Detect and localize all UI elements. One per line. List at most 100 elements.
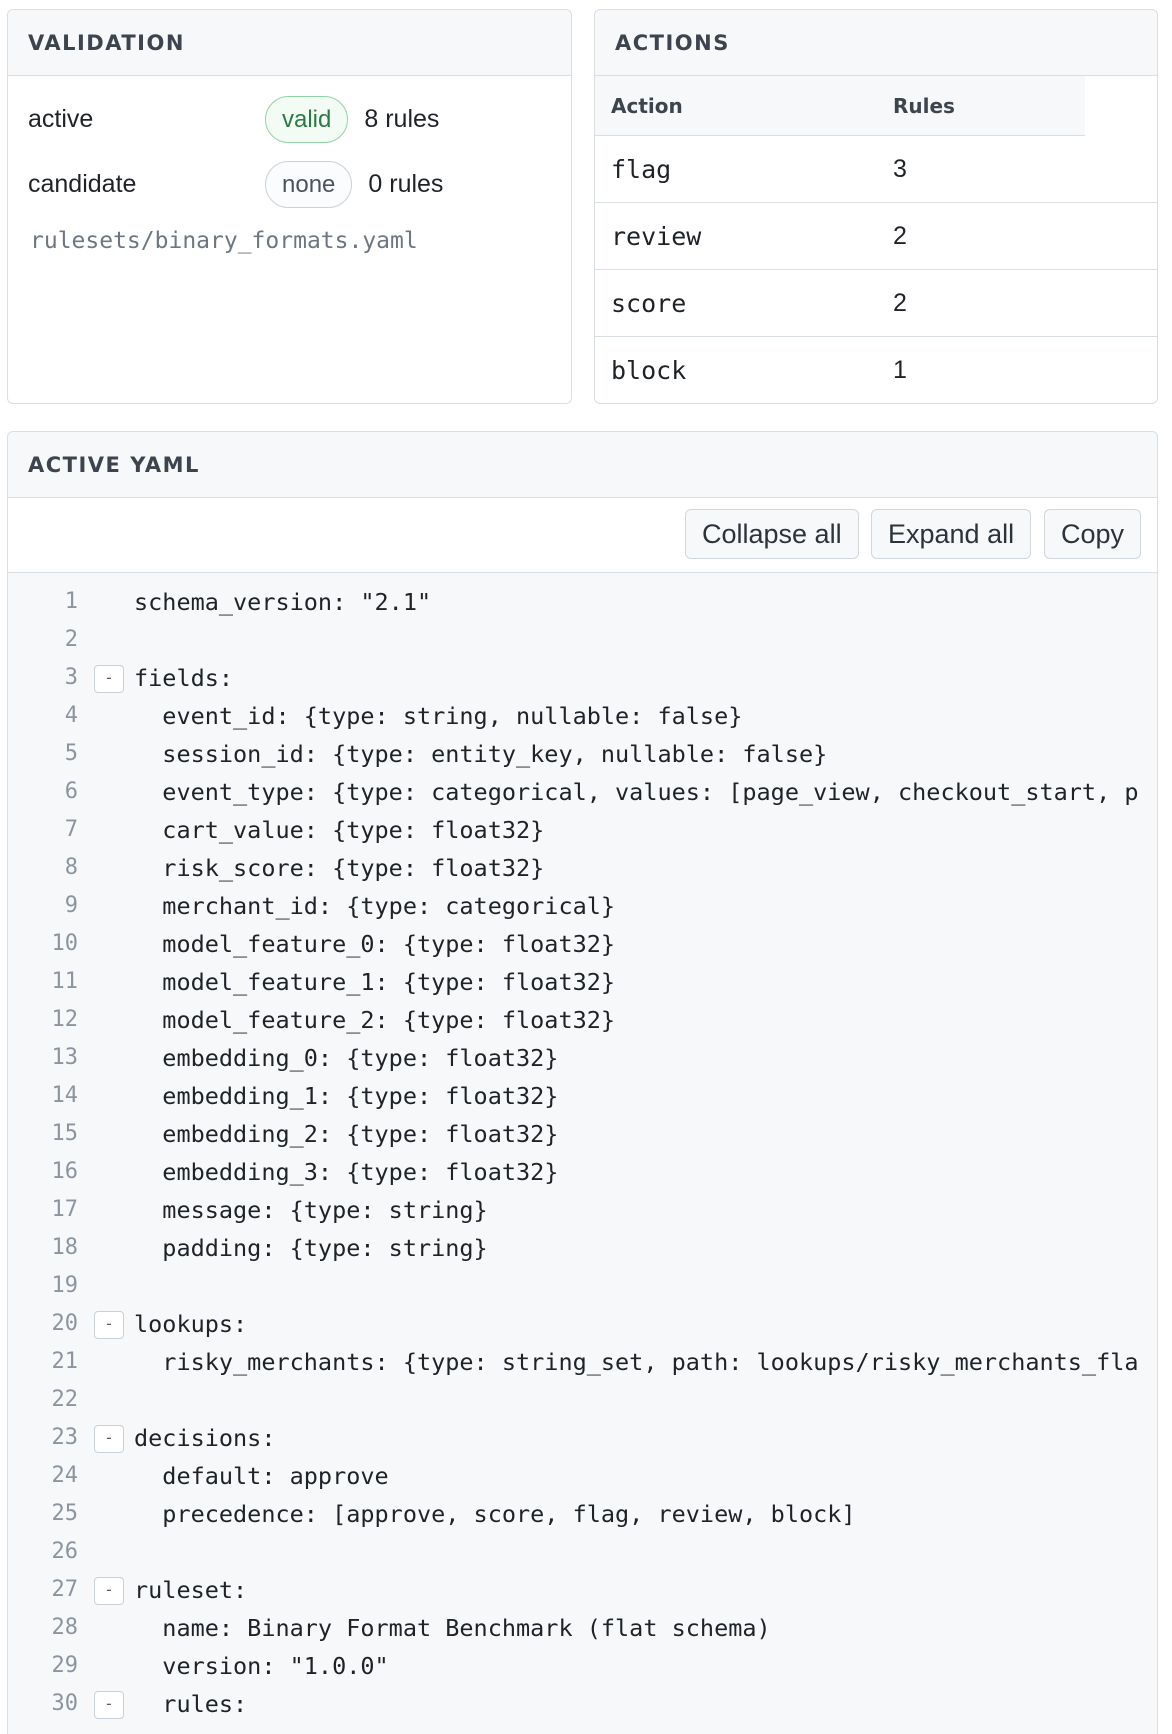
table-row: review 2 — [595, 203, 1157, 270]
line-number: 21 — [51, 1349, 79, 1374]
code-text: embedding_1: {type: float32} — [134, 1082, 559, 1110]
code-text: embedding_3: {type: float32} — [134, 1158, 559, 1186]
code-text: model_feature_2: {type: float32} — [134, 1006, 616, 1034]
line-number: 28 — [51, 1615, 79, 1640]
code-line: 13 embedding_0: {type: float32} — [8, 1039, 1157, 1077]
table-row: block 1 — [595, 337, 1157, 403]
code-text: ruleset: — [134, 1576, 248, 1604]
code-text: schema_version: "2.1" — [134, 588, 432, 616]
code-line: 17 message: {type: string} — [8, 1191, 1157, 1229]
code-text: message: {type: string} — [134, 1196, 488, 1224]
expand-all-button[interactable]: Expand all — [871, 509, 1032, 559]
rule-count: 8 rules — [364, 105, 440, 133]
line-number: 12 — [51, 1007, 79, 1032]
code-line: 1 schema_version: "2.1" — [8, 583, 1157, 621]
action-name: block — [611, 356, 687, 385]
yaml-title: ACTIVE YAML — [28, 452, 200, 477]
fold-toggle-icon[interactable]: - — [94, 1311, 124, 1339]
validation-row-active: active valid 8 rules — [28, 96, 439, 143]
line-number: 27 — [51, 1577, 79, 1602]
copy-button[interactable]: Copy — [1044, 509, 1142, 559]
validation-header: VALIDATION — [8, 10, 571, 76]
code-text: event_id: {type: string, nullable: false… — [134, 702, 743, 730]
code-line: 22 — [8, 1381, 1157, 1419]
fold-toggle-icon[interactable]: - — [94, 665, 124, 693]
code-text: risky_merchants: {type: string_set, path… — [134, 1348, 1139, 1376]
code-text: event_type: {type: categorical, values: … — [134, 778, 1139, 806]
code-line: 24 default: approve — [8, 1457, 1157, 1495]
code-line: 2 — [8, 621, 1157, 659]
line-number: 30 — [51, 1691, 79, 1716]
code-text: decisions: — [134, 1424, 276, 1452]
table-row: score 2 — [595, 270, 1157, 337]
yaml-code-view[interactable]: 1 schema_version: "2.1" 2 3- fields: 4 event_… — [8, 573, 1157, 1734]
code-text: lookups: — [134, 1310, 248, 1338]
fold-toggle-icon[interactable]: - — [94, 1577, 124, 1605]
code-line: 11 model_feature_1: {type: float32} — [8, 963, 1157, 1001]
line-number: 10 — [51, 931, 79, 956]
code-text: risk_score: {type: float32} — [134, 854, 545, 882]
fold-toggle-icon[interactable]: - — [94, 1691, 124, 1719]
ruleset-path: rulesets/binary_formats.yaml — [30, 228, 418, 254]
code-line: 30- rules: — [8, 1685, 1157, 1723]
yaml-header: ACTIVE YAML — [8, 432, 1157, 498]
code-line: 3- fields: — [8, 659, 1157, 697]
line-number: 7 — [64, 817, 78, 842]
code-line: 14 embedding_1: {type: float32} — [8, 1077, 1157, 1115]
action-name: review — [611, 222, 702, 251]
code-text: precedence: [approve, score, flag, revie… — [134, 1500, 856, 1528]
line-number: 17 — [51, 1197, 79, 1222]
code-text: default: approve — [134, 1462, 389, 1490]
actions-header: ACTIONS — [595, 10, 1157, 76]
validation-row-candidate: candidate none 0 rules — [28, 161, 443, 208]
code-line: 8 risk_score: {type: float32} — [8, 849, 1157, 887]
yaml-toolbar: Collapse all Expand all Copy — [8, 498, 1157, 573]
line-number: 14 — [51, 1083, 79, 1108]
code-line: 16 embedding_3: {type: float32} — [8, 1153, 1157, 1191]
code-text: padding: {type: string} — [134, 1234, 488, 1262]
column-header-rules: Rules — [893, 94, 955, 118]
status-badge-valid: valid — [265, 96, 349, 143]
action-rule-count: 2 — [893, 222, 907, 250]
action-rule-count: 2 — [893, 289, 907, 317]
code-line: 28 name: Binary Format Benchmark (flat s… — [8, 1609, 1157, 1647]
code-line: 18 padding: {type: string} — [8, 1229, 1157, 1267]
actions-panel: ACTIONS Action Rules flag 3 review 2 sco… — [594, 9, 1158, 404]
line-number: 5 — [64, 741, 78, 766]
code-line: 26 — [8, 1533, 1157, 1571]
line-number: 20 — [51, 1311, 79, 1336]
table-row: flag 3 — [595, 136, 1157, 203]
actions-table-header: Action Rules — [595, 76, 1085, 136]
line-number: 26 — [51, 1539, 79, 1564]
code-line: 9 merchant_id: {type: categorical} — [8, 887, 1157, 925]
line-number: 8 — [64, 855, 78, 880]
code-line: 27- ruleset: — [8, 1571, 1157, 1609]
code-text: session_id: {type: entity_key, nullable:… — [134, 740, 828, 768]
line-number: 4 — [64, 703, 78, 728]
line-number: 2 — [64, 627, 78, 652]
validation-title: VALIDATION — [28, 30, 185, 55]
action-name: flag — [611, 155, 672, 184]
action-rule-count: 1 — [893, 356, 907, 384]
code-line: 23- decisions: — [8, 1419, 1157, 1457]
action-name: score — [611, 289, 687, 318]
line-number: 11 — [51, 969, 79, 994]
code-text: embedding_0: {type: float32} — [134, 1044, 559, 1072]
status-badge-none: none — [265, 161, 353, 208]
validation-label: candidate — [28, 170, 137, 198]
code-text: fields: — [134, 664, 234, 692]
line-number: 29 — [51, 1653, 79, 1678]
code-line: 6 event_type: {type: categorical, values… — [8, 773, 1157, 811]
code-text: model_feature_0: {type: float32} — [134, 930, 616, 958]
line-number: 9 — [64, 893, 78, 918]
line-number: 23 — [51, 1425, 79, 1450]
line-number: 6 — [64, 779, 78, 804]
line-number: 22 — [51, 1387, 79, 1412]
code-line: 25 precedence: [approve, score, flag, re… — [8, 1495, 1157, 1533]
action-rule-count: 3 — [893, 155, 907, 183]
code-line: 15 embedding_2: {type: float32} — [8, 1115, 1157, 1153]
validation-panel: VALIDATION active valid 8 rules candidat… — [7, 9, 572, 404]
collapse-all-button[interactable]: Collapse all — [685, 509, 859, 559]
line-number: 16 — [51, 1159, 79, 1184]
fold-toggle-icon[interactable]: - — [94, 1425, 124, 1453]
